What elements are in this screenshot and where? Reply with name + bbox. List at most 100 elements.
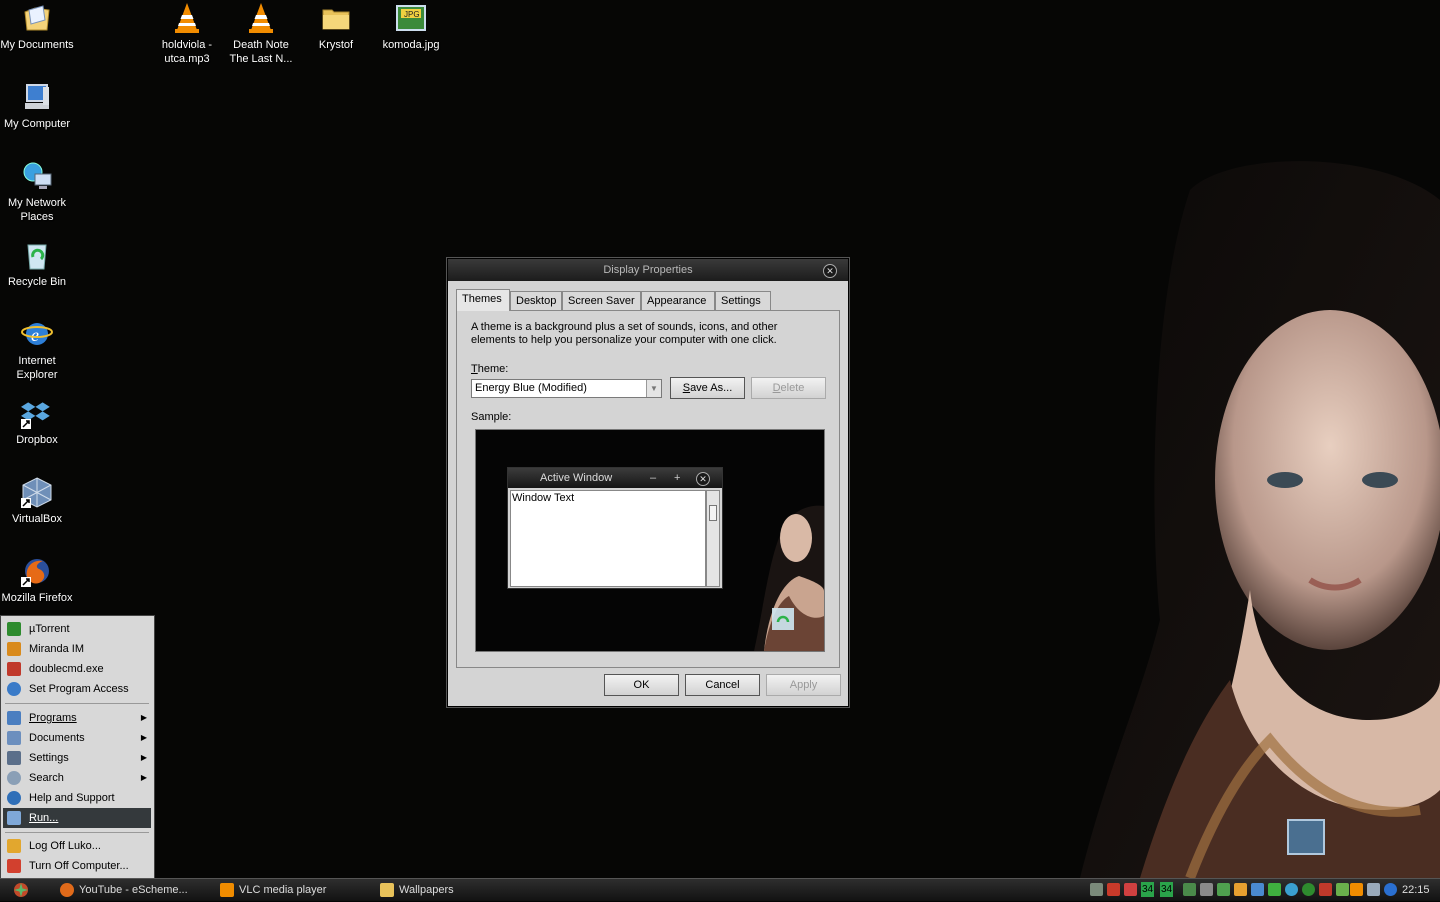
utorrent-icon: [7, 622, 21, 636]
folder-icon: [320, 2, 352, 34]
vlc-cone-icon: [220, 883, 234, 898]
desktop-icon-label: Internet Explorer: [16, 355, 58, 381]
theme-description: A theme is a background plus a set of so…: [471, 321, 778, 346]
app-tray-icon[interactable]: [1124, 883, 1137, 896]
theme-label-rest: heme:: [477, 363, 509, 375]
start-menu-item-doublecmd[interactable]: doublecmd.exe: [3, 659, 151, 679]
start-menu-separator: [5, 832, 149, 833]
desktop-icon-dropbox[interactable]: Dropbox: [0, 397, 74, 447]
tray-icon[interactable]: [1200, 883, 1213, 896]
save-as-button[interactable]: Save As...: [670, 377, 745, 399]
display-properties-dialog: Display Properties ✕ Themes Desktop Scre…: [447, 258, 849, 707]
save-as-rest: ave As...: [690, 382, 733, 394]
dialog-titlebar[interactable]: Display Properties ✕: [448, 259, 848, 281]
recycle-bin-icon: [21, 239, 53, 271]
desktop-icon-my-computer[interactable]: My Computer: [0, 81, 74, 131]
internet-explorer-icon: e: [21, 318, 53, 350]
tray-icon[interactable]: [1384, 883, 1397, 896]
network-tray-icon[interactable]: [1090, 883, 1103, 896]
tray-icon[interactable]: [1183, 883, 1196, 896]
scrollbar-thumb: [709, 505, 717, 521]
desktop-icon-death-note[interactable]: Death Note The Last N...: [224, 2, 298, 66]
theme-sample-preview: Active Window – + ✕ Window Text: [475, 429, 825, 652]
start-menu-item-programs[interactable]: Programs ▶: [3, 708, 151, 728]
start-menu-item-documents[interactable]: Documents ▶: [3, 728, 151, 748]
tray-icon[interactable]: [1234, 883, 1247, 896]
taskbar-button-label: Wallpapers: [399, 884, 454, 896]
start-menu-item-log-off[interactable]: Log Off Luko...: [3, 836, 151, 856]
desktop-icon-label: My Network Places: [7, 197, 67, 223]
start-menu-item-utorrent[interactable]: µTorrent: [3, 619, 151, 639]
close-icon: ✕: [696, 472, 710, 486]
start-menu-item-label: Programs: [29, 712, 77, 724]
help-icon: [7, 791, 21, 805]
start-menu-item-label: Set Program Access: [29, 683, 129, 695]
submenu-arrow-icon: ▶: [140, 773, 147, 782]
start-menu-item-label: Documents: [29, 732, 85, 744]
minimize-icon: –: [650, 472, 657, 484]
start-menu-item-label: Run...: [29, 812, 59, 824]
dropbox-tray-icon[interactable]: [1251, 883, 1264, 896]
taskbar-button-vlc[interactable]: VLC media player: [220, 879, 326, 901]
theme-dropdown[interactable]: Energy Blue (Modified) ▼: [471, 379, 662, 398]
doublecmd-tray-icon[interactable]: [1107, 883, 1120, 896]
tray-icon[interactable]: [1217, 883, 1230, 896]
tab-screen-saver[interactable]: Screen Saver: [562, 291, 641, 310]
apply-button[interactable]: Apply: [766, 674, 841, 696]
desktop-icon-label: Mozilla Firefox: [1, 592, 73, 604]
tray-icon[interactable]: [1367, 883, 1380, 896]
tray-icon[interactable]: [1268, 883, 1281, 896]
tab-desktop[interactable]: Desktop: [510, 291, 562, 310]
maximize-icon: +: [674, 472, 681, 484]
desktop-icon-recycle-bin[interactable]: Recycle Bin: [0, 239, 74, 289]
delete-button[interactable]: Delete: [751, 377, 826, 399]
desktop-icon-my-network-places[interactable]: My Network Places: [0, 160, 74, 224]
ok-button[interactable]: OK: [604, 674, 679, 696]
taskbar-button-youtube[interactable]: YouTube - eScheme...: [60, 879, 188, 901]
run-icon: [7, 811, 21, 825]
start-button[interactable]: [8, 881, 34, 899]
close-icon[interactable]: ✕: [823, 264, 837, 278]
power-icon: [7, 859, 21, 873]
start-menu-item-settings[interactable]: Settings ▶: [3, 748, 151, 768]
tray-counter[interactable]: 34: [1160, 882, 1174, 897]
sample-active-window: Active Window – + ✕ Window Text: [507, 467, 723, 589]
desktop-icon-my-documents[interactable]: My Documents: [0, 2, 74, 52]
start-menu-item-run[interactable]: Run...: [3, 808, 151, 828]
start-menu-item-label: Help and Support: [29, 792, 115, 804]
start-menu-item-label: Miranda IM: [29, 643, 85, 655]
start-logo-icon: [14, 883, 28, 897]
taskbar-button-wallpapers[interactable]: Wallpapers: [380, 879, 454, 901]
start-menu-item-help[interactable]: Help and Support: [3, 788, 151, 808]
desktop-icon-internet-explorer[interactable]: e Internet Explorer: [0, 318, 74, 382]
start-menu-item-label: Turn Off Computer...: [29, 860, 129, 872]
tray-icon[interactable]: [1285, 883, 1298, 896]
desktop-icon-komoda-jpg[interactable]: JPG komoda.jpg: [374, 2, 448, 52]
vlc-tray-icon[interactable]: [1350, 883, 1363, 896]
my-computer-icon: [21, 81, 53, 113]
desktop-icon-krystof[interactable]: Krystof: [299, 2, 373, 52]
desktop-icon-virtualbox[interactable]: VirtualBox: [0, 476, 74, 526]
start-menu-item-search[interactable]: Search ▶: [3, 768, 151, 788]
system-tray: 34 34: [1088, 879, 1398, 901]
theme-label: Theme:: [471, 363, 508, 375]
tab-themes[interactable]: Themes: [456, 289, 510, 311]
desktop-icon-mozilla-firefox[interactable]: Mozilla Firefox: [0, 555, 74, 605]
cancel-button[interactable]: Cancel: [685, 674, 760, 696]
tab-settings[interactable]: Settings: [715, 291, 771, 310]
tray-icon[interactable]: [1319, 883, 1332, 896]
start-menu-item-set-program-access[interactable]: Set Program Access: [3, 679, 151, 699]
tray-counter[interactable]: 34: [1141, 882, 1155, 897]
start-menu-item-miranda[interactable]: Miranda IM: [3, 639, 151, 659]
desktop-icon-holdviola-mp3[interactable]: holdviola - utca.mp3: [150, 2, 224, 66]
utorrent-tray-icon[interactable]: [1302, 883, 1315, 896]
taskbar-clock[interactable]: 22:15: [1402, 879, 1430, 901]
firefox-icon: [21, 555, 53, 587]
start-menu: µTorrent Miranda IM doublecmd.exe Set Pr…: [0, 615, 155, 879]
desktop-icon-label: My Documents: [0, 39, 74, 51]
tray-icon[interactable]: [1336, 883, 1349, 896]
documents-icon: [7, 731, 21, 745]
chevron-down-icon[interactable]: ▼: [646, 380, 661, 397]
start-menu-item-turn-off[interactable]: Turn Off Computer...: [3, 856, 151, 876]
tab-appearance[interactable]: Appearance: [641, 291, 715, 310]
